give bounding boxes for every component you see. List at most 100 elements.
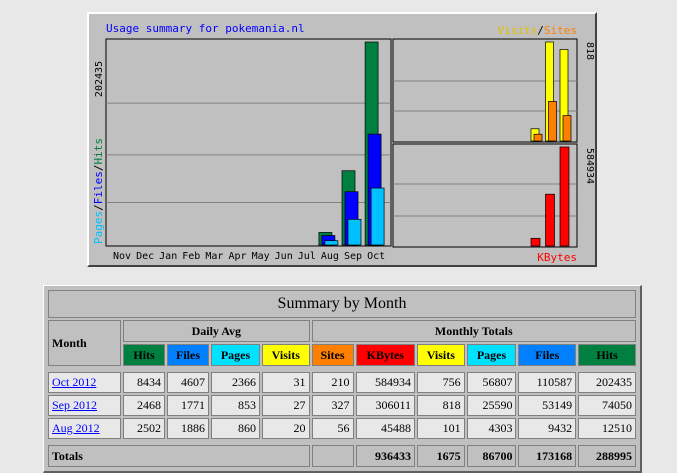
cell-sites: 210 [311, 372, 354, 393]
month-label: Oct [367, 251, 385, 262]
cell-visits: 818 [417, 395, 465, 416]
cell-hits: 74050 [578, 395, 636, 416]
cell-pages: 853 [211, 395, 260, 416]
month-column-header: Month [48, 320, 122, 366]
totals-files: 173168 [518, 445, 577, 467]
totals-row: Totals 936433 1675 86700 173168 288995 [48, 445, 636, 467]
table-row: Aug 2012 2502 1886 860 20 56 45488 101 4303 9432 1… [48, 418, 636, 439]
bar-kbytes-sep [545, 193, 555, 247]
cell-hits: 2468 [123, 395, 166, 416]
summary-table-container: Summary by Month Month Daily Avg Monthly… [43, 285, 642, 473]
cell-visits: 756 [417, 372, 465, 393]
month-label: Jun [275, 251, 293, 262]
col-header-pages: Pages [211, 344, 260, 366]
cell-files: 4607 [167, 372, 210, 393]
col-header-hits: Hits [578, 344, 636, 366]
visits-ymax-label: 818 [584, 42, 595, 60]
cell-hits: 2502 [123, 418, 166, 439]
bar-pages-aug [324, 240, 339, 246]
col-header-files: Files [518, 344, 577, 366]
totals-label: Totals [48, 445, 310, 467]
month-cell: Oct 2012 [48, 372, 122, 393]
legend-sites: Sites [544, 24, 577, 37]
cell-pages: 860 [211, 418, 260, 439]
month-cell: Sep 2012 [48, 395, 122, 416]
column-header-row: Hits Files Pages Visits Sites KBytes Visits Pag… [48, 344, 636, 366]
cell-files: 9432 [518, 418, 577, 439]
cell-pages: 56807 [466, 372, 517, 393]
bar-sites-sep [548, 101, 557, 142]
month-label: Mar [205, 251, 223, 262]
cell-visits: 31 [262, 372, 310, 393]
col-header-visits: Visits [417, 344, 465, 366]
month-label: Sep [344, 251, 362, 262]
left-ylabel: Pages/Files/Hits [92, 138, 105, 244]
month-label: Apr [228, 251, 246, 262]
ylabel-files: Files [92, 171, 105, 204]
chart-title: Usage summary for pokemania.nl [106, 22, 305, 35]
col-header-files: Files [167, 344, 210, 366]
table-row: Oct 2012 8434 4607 2366 31 210 584934 756 56807 1… [48, 372, 636, 393]
month-label: Jul [298, 251, 316, 262]
totals-visits: 1675 [417, 445, 465, 467]
bar-kbytes-aug [530, 237, 541, 247]
cell-kbytes: 306011 [355, 395, 416, 416]
cell-visits: 101 [417, 418, 465, 439]
totals-pages: 86700 [466, 445, 517, 467]
table-row: Sep 2012 2468 1771 853 27 327 306011 818 25590 53… [48, 395, 636, 416]
cell-sites: 327 [311, 395, 354, 416]
ylabel-separator: / [92, 204, 105, 211]
cell-visits: 20 [262, 418, 310, 439]
bar-kbytes-oct [559, 146, 570, 247]
cell-pages: 25590 [466, 395, 517, 416]
legend-separator: / [537, 24, 544, 37]
month-label: May [252, 251, 270, 262]
month-cell: Aug 2012 [48, 418, 122, 439]
usage-chart: Usage summary for pokemania.nl Visits/Sit… [87, 12, 597, 267]
bar-sites-oct [562, 115, 572, 142]
usage-chart-svg: Usage summary for pokemania.nl Visits/Sit… [92, 22, 595, 264]
cell-hits: 8434 [123, 372, 166, 393]
daily-avg-header: Daily Avg [123, 320, 310, 342]
cell-hits: 12510 [578, 418, 636, 439]
kbytes-label: KBytes [537, 251, 577, 264]
month-label: Dec [136, 251, 154, 262]
cell-pages: 4303 [466, 418, 517, 439]
bar-pages-oct [370, 187, 385, 246]
month-link[interactable]: Sep 2012 [52, 398, 97, 412]
summary-rows: Oct 2012 8434 4607 2366 31 210 584934 756 56807 1… [48, 372, 636, 439]
cell-files: 1886 [167, 418, 210, 439]
col-header-sites: Sites [311, 344, 354, 366]
month-label: Nov [113, 251, 131, 262]
bar-sites-aug [533, 133, 543, 142]
summary-title: Summary by Month [48, 290, 636, 318]
left-ymax-label: 202435 [94, 61, 105, 97]
cell-kbytes: 45488 [355, 418, 416, 439]
month-link[interactable]: Oct 2012 [52, 375, 96, 389]
cell-files: 110587 [518, 372, 577, 393]
cell-pages: 2366 [211, 372, 260, 393]
totals-kbytes: 936433 [355, 445, 416, 467]
monthly-totals-header: Monthly Totals [311, 320, 636, 342]
cell-files: 1771 [167, 395, 210, 416]
cell-files: 53149 [518, 395, 577, 416]
month-label: Aug [321, 251, 339, 262]
ylabel-pages: Pages [92, 211, 105, 244]
ylabel-separator: / [92, 165, 105, 172]
cell-hits: 202435 [578, 372, 636, 393]
ylabel-hits: Hits [92, 138, 105, 165]
totals-hits: 288995 [578, 445, 636, 467]
col-header-pages: Pages [466, 344, 517, 366]
col-header-visits: Visits [262, 344, 310, 366]
legend-visits: Visits [498, 24, 538, 37]
cell-visits: 27 [262, 395, 310, 416]
month-label: Jan [159, 251, 177, 262]
col-header-kbytes: KBytes [355, 344, 416, 366]
bar-pages-sep [347, 218, 362, 246]
month-link[interactable]: Aug 2012 [52, 421, 100, 435]
month-label: Feb [182, 251, 200, 262]
kbytes-ymax-label: 584934 [584, 148, 595, 184]
col-header-hits: Hits [123, 344, 166, 366]
cell-kbytes: 584934 [355, 372, 416, 393]
cell-sites: 56 [311, 418, 354, 439]
